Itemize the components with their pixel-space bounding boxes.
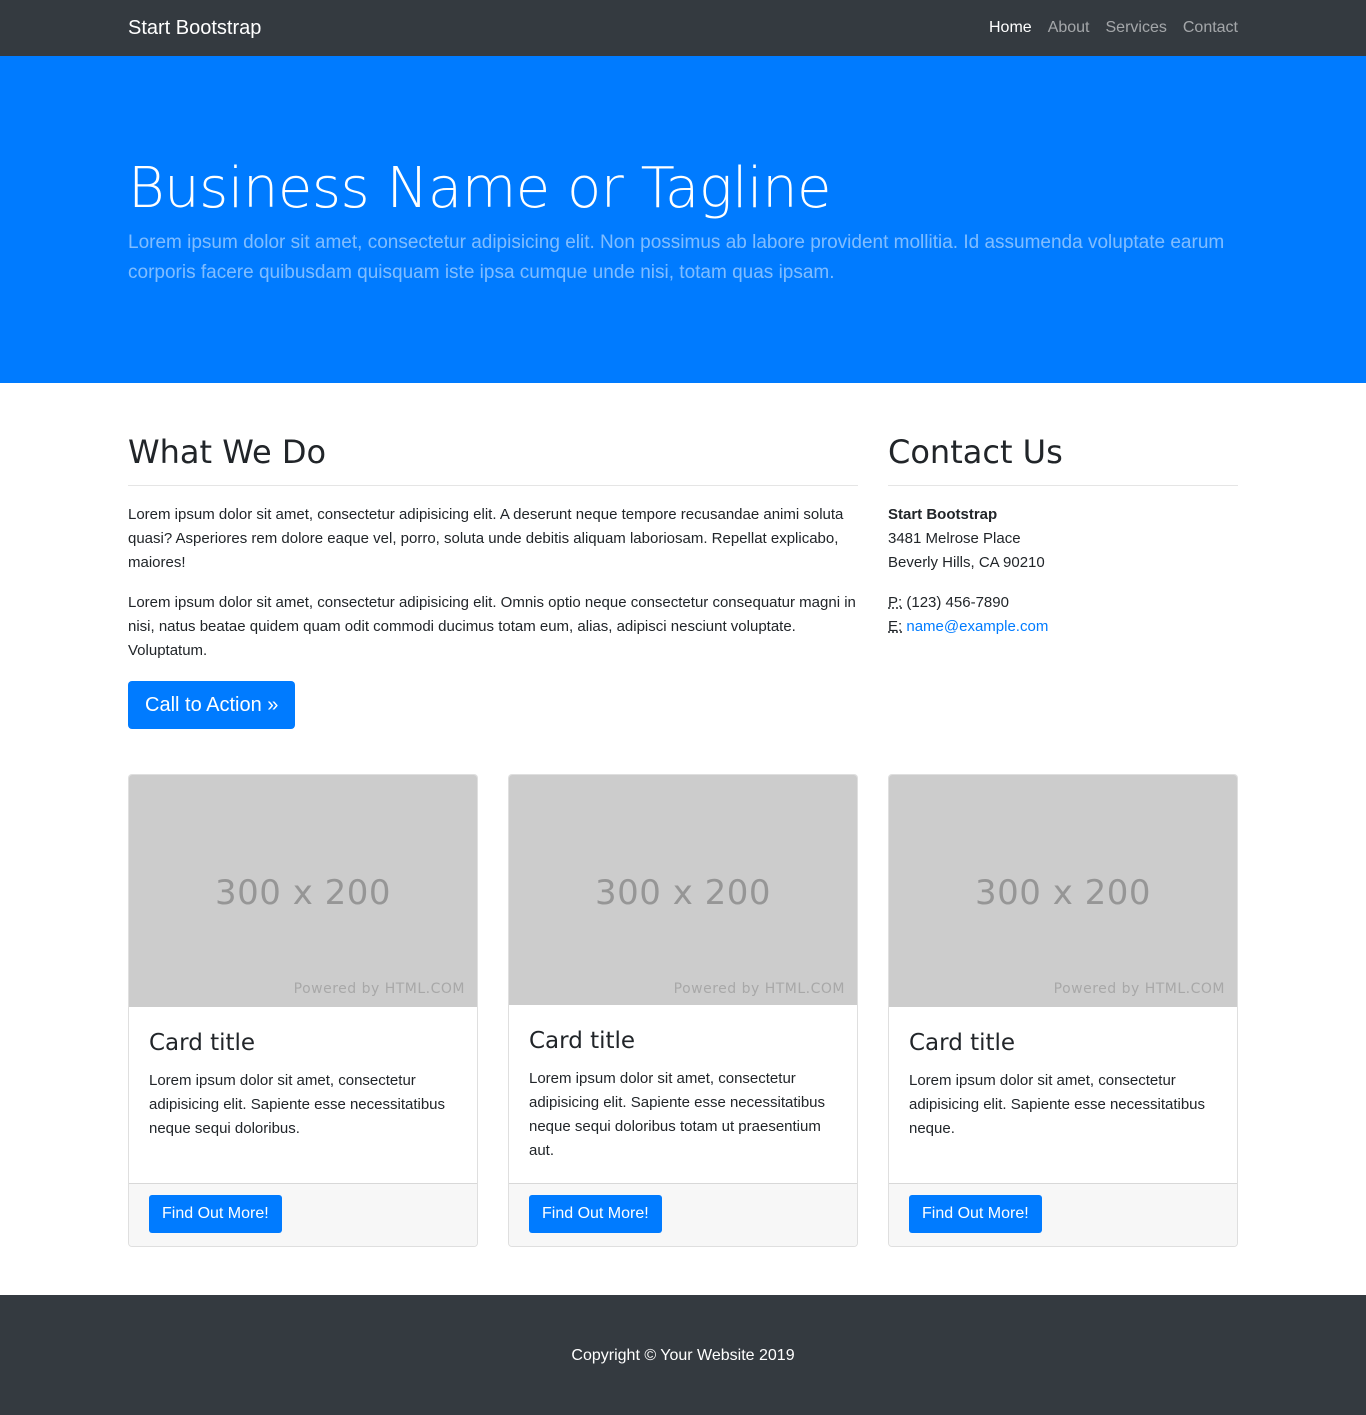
hero-banner: Business Name or Tagline Lorem ipsum dol… — [0, 56, 1366, 383]
navbar-brand[interactable]: Start Bootstrap — [128, 16, 261, 40]
contact-street: 3481 Melrose Place — [888, 530, 1021, 547]
placeholder-credit: Powered by HTML.COM — [293, 981, 465, 997]
contact-title: Contact Us — [888, 433, 1063, 471]
section-divider — [128, 485, 858, 486]
card-title: Card title — [529, 1028, 636, 1055]
contact-city: Beverly Hills, CA 90210 — [888, 554, 1045, 571]
what-we-do-paragraph: Lorem ipsum dolor sit amet, consectetur … — [128, 594, 856, 659]
nav-link-services[interactable]: Services — [1106, 18, 1167, 38]
contact-section: Contact Us Start Bootstrap 3481 Melrose … — [888, 432, 1238, 655]
page-footer: Copyright © Your Website 2019 — [0, 1295, 1366, 1415]
contact-phone: (123) 456-7890 — [906, 594, 1009, 611]
card-image-placeholder: 300 x 200 Powered by HTML.COM — [889, 775, 1237, 1007]
card-body: Card title Lorem ipsum dolor sit amet, c… — [509, 1005, 857, 1183]
what-we-do-paragraph: Lorem ipsum dolor sit amet, consectetur … — [128, 506, 844, 571]
contact-email-link[interactable]: name@example.com — [906, 618, 1048, 635]
card-image-placeholder: 300 x 200 Powered by HTML.COM — [129, 775, 477, 1007]
card-text: Lorem ipsum dolor sit amet, consectetur … — [529, 1070, 826, 1160]
phone-label: P: — [888, 594, 903, 611]
contact-address: Start Bootstrap 3481 Melrose Place Bever… — [888, 503, 1238, 575]
navbar: Start Bootstrap Home About Services Cont… — [0, 0, 1366, 56]
hero-title: Business Name or Tagline — [128, 156, 832, 221]
contact-details: P: (123) 456-7890 E: name@example.com — [888, 591, 1238, 639]
card: 300 x 200 Powered by HTML.COM Card title… — [508, 774, 858, 1247]
card-footer: Find Out More! — [509, 1183, 857, 1246]
card-title: Card title — [909, 1030, 1016, 1056]
card-body: Card title Lorem ipsum dolor sit amet, c… — [889, 1007, 1237, 1183]
card-row: 300 x 200 Powered by HTML.COM Card title… — [128, 774, 1238, 1247]
card-footer: Find Out More! — [129, 1183, 477, 1246]
card-text: Lorem ipsum dolor sit amet, consectetur … — [909, 1072, 1206, 1137]
nav-link-contact[interactable]: Contact — [1183, 18, 1238, 38]
placeholder-size-label: 300 x 200 — [594, 873, 772, 913]
placeholder-size-label: 300 x 200 — [974, 873, 1152, 913]
find-out-more-button[interactable]: Find Out More! — [529, 1195, 662, 1234]
contact-company: Start Bootstrap — [888, 506, 998, 523]
card-footer: Find Out More! — [889, 1183, 1237, 1246]
card-body: Card title Lorem ipsum dolor sit amet, c… — [129, 1007, 477, 1183]
nav-link-home[interactable]: Home — [989, 18, 1032, 38]
placeholder-credit: Powered by HTML.COM — [673, 981, 845, 997]
placeholder-size-label: 300 x 200 — [214, 873, 392, 913]
nav-link-about[interactable]: About — [1048, 18, 1090, 38]
copyright-text: Copyright © Your Website 2019 — [571, 1347, 795, 1364]
find-out-more-button[interactable]: Find Out More! — [149, 1195, 282, 1233]
card-title: Card title — [149, 1030, 256, 1056]
email-label: E: — [888, 618, 903, 635]
card-image-placeholder: 300 x 200 Powered by HTML.COM — [509, 775, 857, 1006]
card: 300 x 200 Powered by HTML.COM Card title… — [888, 774, 1238, 1247]
placeholder-credit: Powered by HTML.COM — [1053, 981, 1225, 997]
nav-links: Home About Services Contact — [989, 18, 1238, 38]
section-divider — [888, 485, 1238, 486]
call-to-action-button[interactable]: Call to Action » — [128, 681, 296, 729]
what-we-do-title: What We Do — [128, 433, 327, 471]
card-text: Lorem ipsum dolor sit amet, consectetur … — [149, 1072, 446, 1137]
hero-lead: Lorem ipsum dolor sit amet, consectetur … — [128, 232, 1225, 283]
find-out-more-button[interactable]: Find Out More! — [909, 1195, 1042, 1233]
what-we-do-section: What We Do Lorem ipsum dolor sit amet, c… — [128, 432, 858, 729]
card: 300 x 200 Powered by HTML.COM Card title… — [128, 774, 478, 1247]
